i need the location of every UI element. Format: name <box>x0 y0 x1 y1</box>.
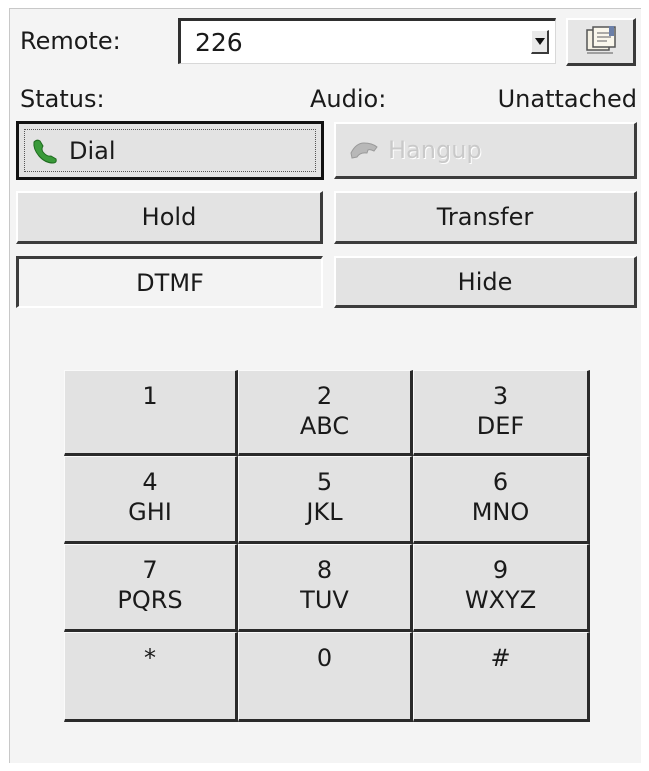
dtmf-label: DTMF <box>136 268 204 297</box>
keypad-key[interactable]: 4 GHI <box>64 456 238 544</box>
key-digit: # <box>490 644 511 672</box>
key-letters: PQRS <box>117 586 183 614</box>
hangup-label: Hangup <box>388 136 482 164</box>
dial-button[interactable]: Dial <box>16 121 324 180</box>
key-digit: 0 <box>316 644 333 672</box>
key-letters: TUV <box>300 586 349 614</box>
key-letters: ABC <box>299 412 350 440</box>
address-book-button[interactable] <box>566 18 636 66</box>
hold-button[interactable]: Hold <box>16 191 323 244</box>
key-letters: WXYZ <box>464 586 537 614</box>
key-letters: GHI <box>128 498 172 526</box>
chevron-down-icon[interactable] <box>531 30 549 54</box>
dtmf-toggle-button[interactable]: DTMF <box>16 256 323 308</box>
hangup-button[interactable]: Hangup <box>334 122 637 179</box>
key-digit: 6 <box>492 468 509 496</box>
audio-status-value: Unattached <box>497 85 637 113</box>
remote-value[interactable]: 226 <box>195 28 243 58</box>
key-digit: 2 <box>316 382 333 410</box>
keypad-key[interactable]: 9 WXYZ <box>413 544 590 632</box>
hide-label: Hide <box>457 267 513 296</box>
key-digit: 4 <box>142 468 158 496</box>
key-digit: * <box>144 644 156 672</box>
dtmf-keypad: 1 2 ABC 3 DEF 4 GHI 5 JKL 6 MNO 7 PQRS 8 TUV 9 WXYZ * 0 # <box>64 370 590 722</box>
key-digit: 3 <box>492 382 509 410</box>
keypad-key[interactable]: 1 <box>64 370 238 456</box>
key-digit: 7 <box>142 556 158 584</box>
status-label: Status: <box>20 85 105 113</box>
keypad-key[interactable]: 0 <box>238 632 413 722</box>
transfer-button[interactable]: Transfer <box>334 191 637 244</box>
keypad-key[interactable]: 2 ABC <box>238 370 413 456</box>
keypad-key[interactable]: 7 PQRS <box>64 544 238 632</box>
focus-ring <box>24 129 316 172</box>
remote-label: Remote: <box>20 27 121 55</box>
key-letters: MNO <box>471 498 530 526</box>
key-digit: 8 <box>316 556 333 584</box>
key-digit: 1 <box>142 382 158 410</box>
keypad-key[interactable]: # <box>413 632 590 722</box>
keypad-key[interactable]: 3 DEF <box>413 370 590 456</box>
hide-button[interactable]: Hide <box>334 256 637 308</box>
keypad-key[interactable]: 5 JKL <box>238 456 413 544</box>
audio-label: Audio: <box>310 85 387 113</box>
remote-combo[interactable]: 226 <box>178 18 556 64</box>
address-book-icon <box>583 24 619 60</box>
key-letters: DEF <box>476 412 525 440</box>
key-letters: JKL <box>306 498 343 526</box>
hold-label: Hold <box>141 203 197 231</box>
key-digit: 9 <box>492 556 509 584</box>
transfer-label: Transfer <box>436 203 534 231</box>
keypad-key[interactable]: * <box>64 632 238 722</box>
key-digit: 5 <box>316 468 333 496</box>
phone-handset-gray-icon <box>348 139 380 161</box>
keypad-key[interactable]: 8 TUV <box>238 544 413 632</box>
keypad-key[interactable]: 6 MNO <box>413 456 590 544</box>
